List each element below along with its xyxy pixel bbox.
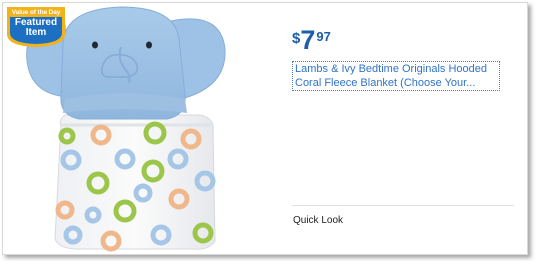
price-currency: $	[292, 30, 301, 47]
divider	[292, 205, 514, 206]
badge-main-text: Featured Item	[14, 17, 58, 38]
quick-look-link[interactable]: Quick Look	[293, 215, 343, 226]
product-title-link[interactable]: Lambs & Ivy Bedtime Originals Hooded Cor…	[292, 61, 500, 91]
price-dollars: 7	[300, 25, 316, 55]
price-cents: 97	[316, 29, 331, 44]
badge-top-text: Value of the Day	[11, 9, 61, 16]
product-price: $797	[292, 27, 331, 54]
product-title-line-1: Lambs & Ivy Bedtime Originals Hooded	[295, 63, 487, 75]
product-card: Value of the Day Featured Item $797 Lamb…	[2, 2, 528, 255]
product-title-line-2: Coral Fleece Blanket (Choose Your...	[295, 77, 476, 89]
